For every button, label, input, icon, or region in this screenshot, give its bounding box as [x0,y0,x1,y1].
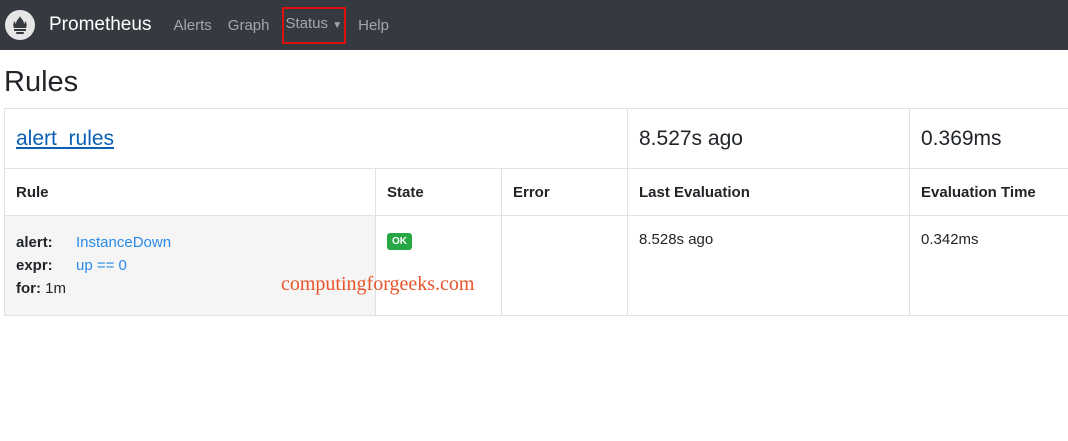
nav-help[interactable]: Help [358,17,389,34]
nav-alerts[interactable]: Alerts [173,17,211,34]
rules-table: alert_rules 8.527s ago 0.369ms Rule Stat… [4,108,1068,316]
last-eval-cell: 8.528s ago [627,215,910,316]
alert-label: alert: [16,234,53,251]
for-label: for: [16,280,41,297]
navbar: Prometheus Alerts Graph Status ▼ Help [0,0,1068,50]
watermark: computingforgeeks.com [281,273,475,295]
group-row: alert_rules 8.527s ago 0.369ms [4,108,1068,169]
header-error: Error [501,168,628,216]
brand-link[interactable]: Prometheus [49,14,151,36]
header-rule: Rule [4,168,376,216]
page-title: Rules [4,66,79,98]
table-row: alert: InstanceDown expr: up == 0 for: 1m … [4,215,1068,316]
expr-label: expr: [16,257,53,274]
caret-down-icon: ▼ [332,19,343,31]
header-state: State [375,168,502,216]
rule-cell: alert: InstanceDown expr: up == 0 for: 1m [4,215,376,316]
state-badge: OK [387,233,412,250]
header-last-eval: Last Evaluation [627,168,910,216]
nav-graph[interactable]: Graph [228,17,270,34]
for-value: 1m [45,280,67,297]
nav-status-label: Status [285,14,329,32]
group-eval-time: 0.369ms [909,108,1068,169]
prometheus-logo-icon[interactable] [5,10,35,40]
nav-status-dropdown[interactable]: Status ▼ [281,6,347,44]
state-cell: OK [375,215,502,316]
header-row: Rule State Error Last Evaluation Evaluat… [4,168,1068,216]
alert-name-link[interactable]: InstanceDown [76,234,171,251]
error-cell [501,215,628,316]
eval-time-cell: 0.342ms [909,215,1068,316]
header-eval-time: Evaluation Time [909,168,1068,216]
group-name-link[interactable]: alert_rules [16,127,114,150]
expr-link[interactable]: up == 0 [76,257,127,274]
group-last-eval: 8.527s ago [627,108,910,169]
